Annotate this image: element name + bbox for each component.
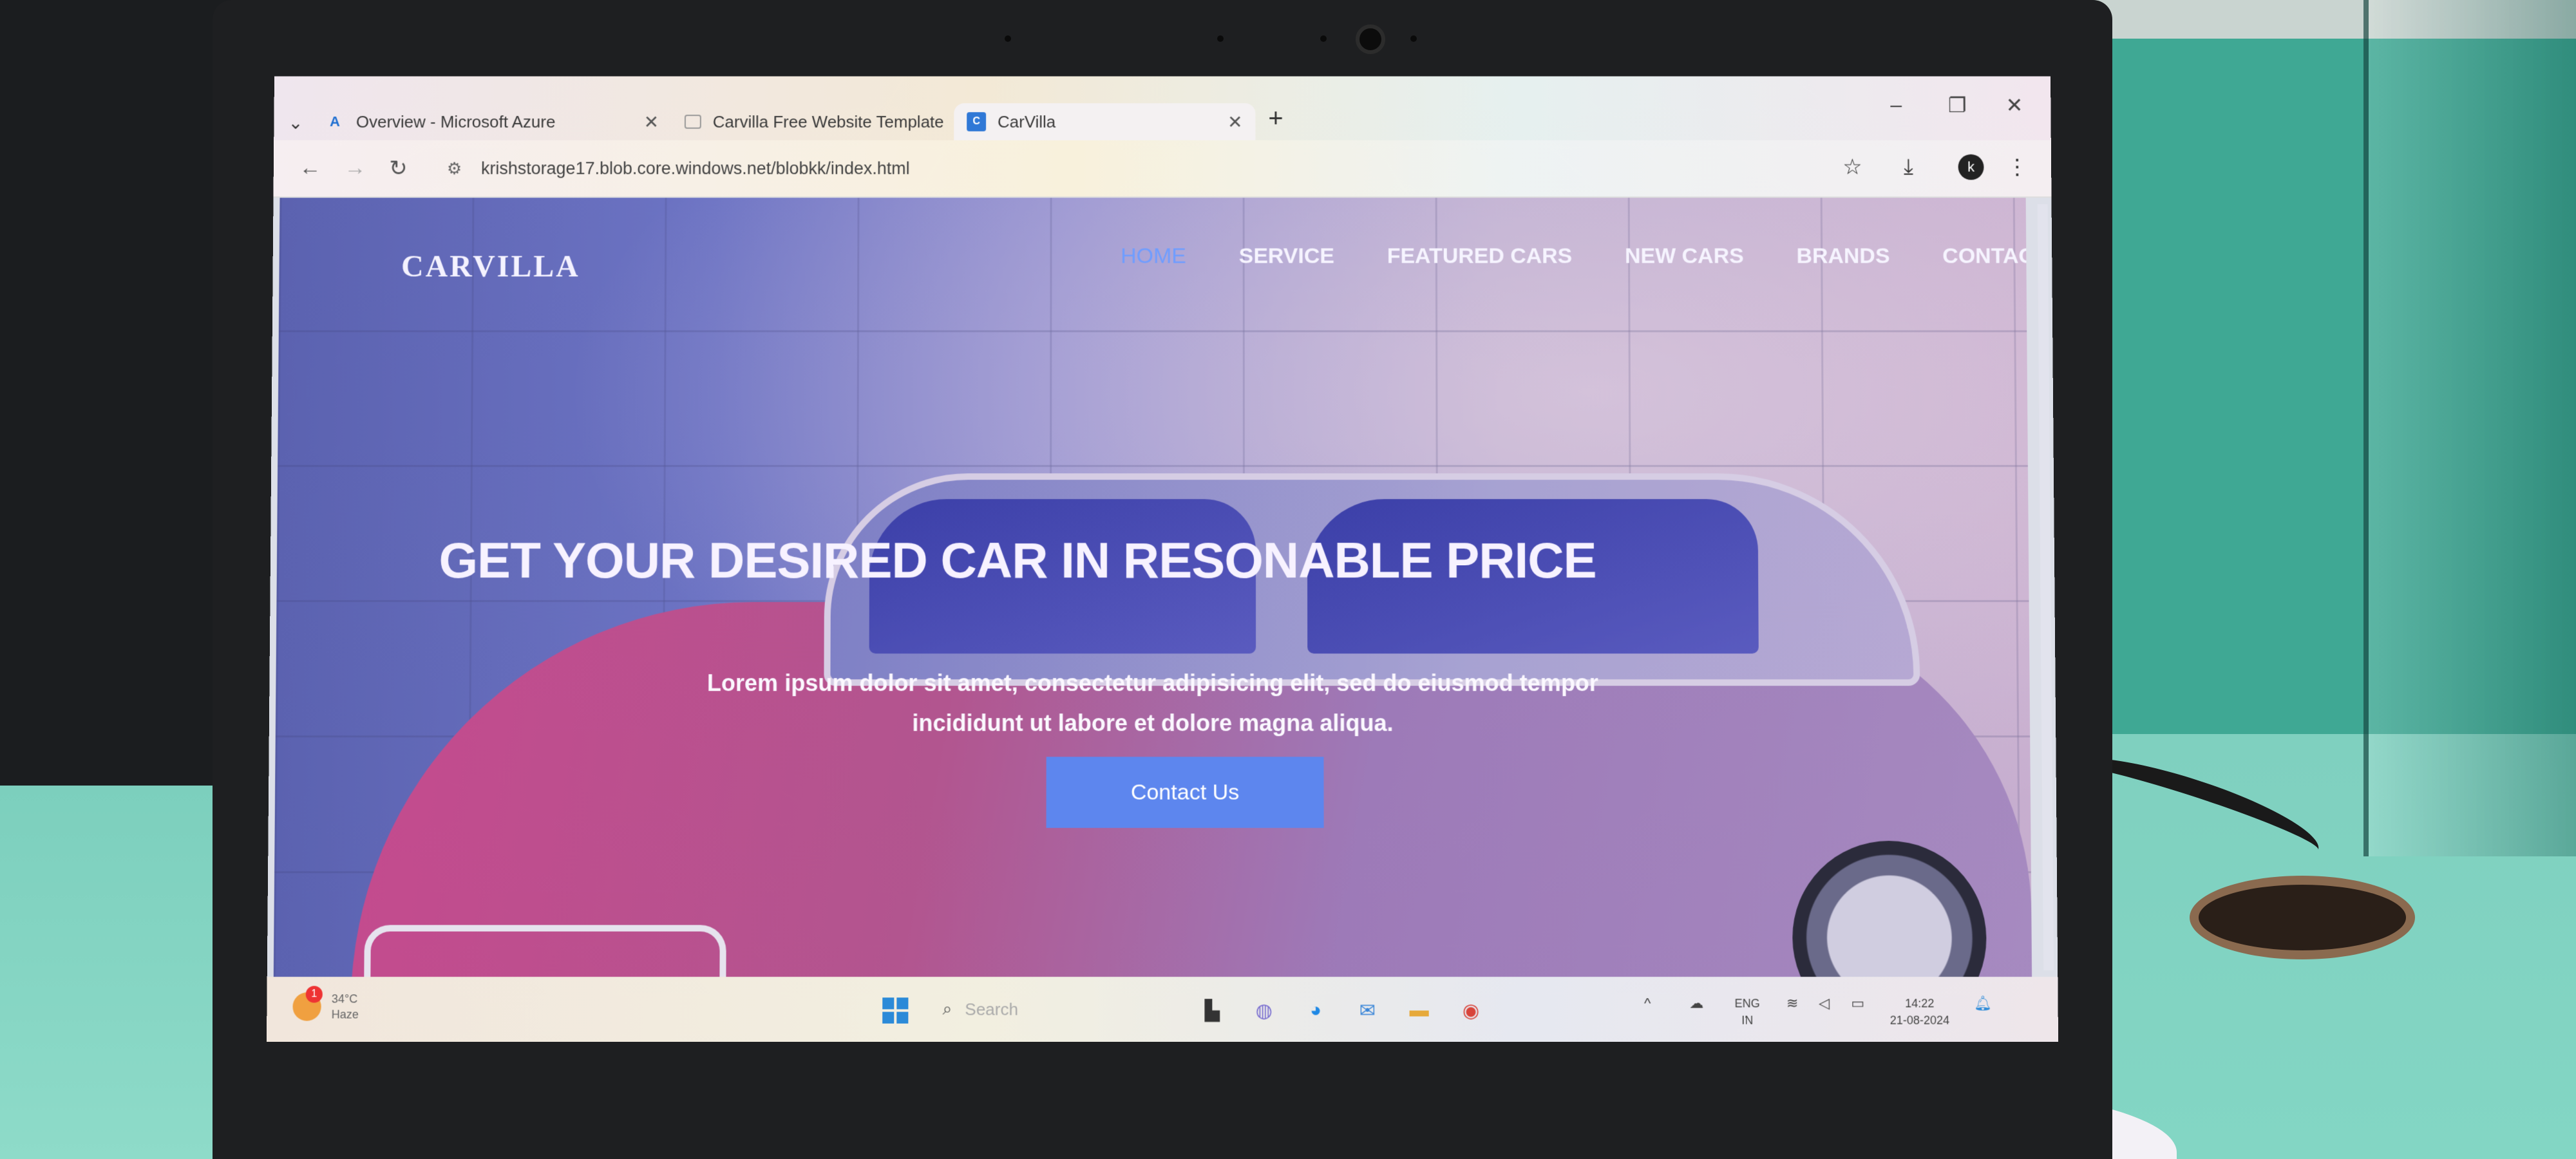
minimize-icon[interactable]: –	[1890, 93, 1902, 117]
hero-text-line: Lorem ipsum dolor sit amet, consectetur …	[706, 670, 1598, 697]
car-grille	[364, 925, 726, 977]
search-icon: ⌕	[942, 999, 952, 1019]
battery-icon[interactable]: ▭	[1851, 995, 1864, 1012]
nav-home[interactable]: HOME	[1121, 244, 1186, 269]
azure-icon: A	[330, 113, 341, 129]
tab-search-chevron-icon[interactable]: ⌄	[288, 112, 303, 133]
taskbar: 1 34°C Haze ⌕ Search ▙ ◍ ◕ ✉ ▬ ◉ ^ ☁ ENG…	[266, 977, 2059, 1042]
sensor-dot	[1410, 35, 1417, 42]
close-icon[interactable]: ✕	[644, 111, 659, 133]
wifi-icon[interactable]: ≋	[1786, 995, 1799, 1012]
weather-desc: Haze	[331, 1008, 359, 1021]
tab-azure[interactable]: A Overview - Microsoft Azure ✕	[312, 103, 672, 140]
hero-description: Lorem ipsum dolor sit amet, consectetur …	[695, 663, 1611, 743]
network-cloud-icon[interactable]: ☁	[1689, 995, 1703, 1012]
carvilla-favicon: C	[967, 112, 987, 131]
task-view-icon[interactable]: ▙	[1198, 996, 1226, 1024]
nav-service[interactable]: SERVICE	[1239, 244, 1334, 269]
reload-icon[interactable]: ↻	[389, 156, 408, 182]
profile-avatar[interactable]: k	[1958, 154, 1984, 180]
weather-icon: 1	[292, 986, 323, 1021]
weather-text: 34°C Haze	[332, 991, 359, 1022]
contact-us-button[interactable]: Contact Us	[1046, 757, 1324, 828]
tab-title: CarVilla	[997, 111, 1056, 131]
webpage-viewport: CARVILLA HOME SERVICE FEATURED CARS NEW …	[273, 198, 2032, 977]
desk-cable-hole	[2190, 876, 2415, 959]
language-indicator[interactable]: ENG IN	[1735, 995, 1760, 1028]
clock-time: 14:22	[1905, 997, 1935, 1010]
sensor-dot	[1320, 35, 1327, 42]
clock[interactable]: 14:22 21-08-2024	[1889, 995, 1950, 1028]
tray-overflow-chevron-icon[interactable]: ^	[1644, 995, 1651, 1012]
notification-bell-icon[interactable]: 🔔︎	[1974, 995, 1992, 1012]
page-icon	[684, 115, 701, 129]
clock-date: 21-08-2024	[1889, 1013, 1950, 1027]
chrome-icon[interactable]: ◉	[1457, 996, 1485, 1024]
weather-widget[interactable]: 1 34°C Haze	[292, 986, 359, 1022]
sensor-dot	[1217, 35, 1224, 42]
bookmark-star-icon[interactable]: ☆	[1842, 155, 1862, 180]
tab-carvilla[interactable]: C CarVilla ✕	[954, 103, 1256, 140]
chat-icon[interactable]: ◍	[1250, 996, 1278, 1024]
download-icon[interactable]: ⤓	[1904, 155, 1913, 180]
mail-icon[interactable]: ✉	[1353, 996, 1381, 1024]
back-arrow-icon[interactable]: ←	[299, 156, 321, 181]
close-icon[interactable]: ✕	[1227, 111, 1242, 133]
address-bar[interactable]: ⚙ krishstorage17.blob.core.windows.net/b…	[428, 149, 1808, 188]
tab-title: Overview - Microsoft Azure	[355, 111, 556, 131]
nav-new-cars[interactable]: NEW CARS	[1625, 244, 1744, 269]
site-nav: HOME SERVICE FEATURED CARS NEW CARS BRAN…	[1121, 244, 2032, 269]
nav-contact[interactable]: CONTACT	[1942, 244, 2032, 269]
tab-title: Carvilla Free Website Template	[712, 111, 944, 131]
hero-text-line: incididunt ut labore et dolore magna ali…	[912, 710, 1394, 737]
forward-arrow-icon[interactable]: →	[344, 156, 366, 181]
region-text: IN	[1741, 1013, 1754, 1027]
volume-icon[interactable]: ◁	[1819, 995, 1830, 1012]
sensor-dot	[1005, 35, 1011, 42]
window-close-icon[interactable]: ✕	[2005, 93, 2023, 117]
file-explorer-icon[interactable]: ▬	[1405, 996, 1433, 1024]
tab-strip: ⌄ A Overview - Microsoft Azure ✕ Carvill…	[274, 76, 2051, 140]
page-scrollbar[interactable]	[2037, 204, 2054, 970]
windows-start-icon[interactable]	[881, 996, 909, 1024]
nav-featured-cars[interactable]: FEATURED CARS	[1387, 244, 1573, 269]
site-logo[interactable]: CARVILLA	[401, 249, 580, 285]
nav-brands[interactable]: BRANDS	[1796, 244, 1889, 269]
browser-toolbar: ← → ↻ ⚙ krishstorage17.blob.core.windows…	[273, 140, 2052, 198]
lang-text: ENG	[1734, 997, 1760, 1010]
restore-icon[interactable]: ❐	[1948, 93, 1967, 117]
hero-title: GET YOUR DESIRED CAR IN RESONABLE PRICE	[439, 532, 1596, 589]
edge-browser-icon[interactable]: ◕	[1302, 996, 1330, 1024]
search-placeholder: Search	[965, 999, 1019, 1019]
menu-kebab-icon[interactable]: ⋮	[2006, 155, 2028, 180]
tab-carvilla-template[interactable]: Carvilla Free Website Template ✕	[672, 103, 992, 140]
taskbar-search[interactable]: ⌕ Search	[943, 999, 1018, 1019]
site-info-icon[interactable]: ⚙	[447, 158, 462, 178]
laptop-screen: ⌄ A Overview - Microsoft Azure ✕ Carvill…	[266, 76, 2059, 1042]
notification-badge: 1	[305, 986, 323, 1003]
new-tab-button[interactable]: +	[1268, 104, 1283, 133]
weather-temp: 34°C	[331, 992, 358, 1006]
webcam	[1356, 24, 1385, 54]
glass-partition	[2363, 0, 2576, 856]
url-text: krishstorage17.blob.core.windows.net/blo…	[480, 158, 910, 178]
